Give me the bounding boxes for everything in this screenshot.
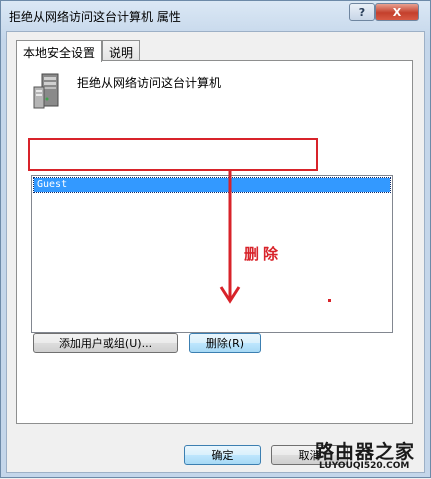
tab-panel: 拒绝从网络访问这台计算机 Guest 添加用户或组(U)... 删除(R) (16, 60, 413, 424)
list-item-guest[interactable]: Guest (33, 177, 391, 193)
policy-name: 拒绝从网络访问这台计算机 (77, 76, 222, 90)
title-bar[interactable]: 拒绝从网络访问这台计算机 属性 ? X (1, 1, 430, 31)
dialog-client-area: 本地安全设置 说明 拒绝从网络访问这台计算机 Guest 添加用户或组(U)..… (6, 31, 425, 473)
properties-dialog: 拒绝从网络访问这台计算机 属性 ? X 本地安全设置 说明 拒绝从网络访问这台计… (0, 0, 431, 478)
site-watermark: 路由器之家 LUYOUQI520.COM (313, 437, 431, 479)
watermark-en: LUYOUQI520.COM (319, 461, 410, 471)
annotation-label: 删除 (244, 245, 283, 263)
tab-local-security-setting[interactable]: 本地安全设置 (16, 40, 103, 62)
tab-explain[interactable]: 说明 (102, 40, 141, 61)
watermark-cn: 路由器之家 (315, 441, 416, 463)
ok-button[interactable]: 确定 (184, 445, 261, 465)
close-button[interactable]: X (375, 3, 419, 21)
remove-button[interactable]: 删除(R) (189, 333, 261, 353)
server-icon (33, 73, 59, 109)
annotation-dot (328, 299, 331, 302)
highlight-box (28, 138, 318, 171)
user-group-list[interactable]: Guest (31, 175, 393, 333)
down-arrow-icon (219, 171, 241, 304)
window-title: 拒绝从网络访问这台计算机 属性 (9, 10, 181, 24)
help-button[interactable]: ? (349, 3, 375, 21)
add-user-or-group-button[interactable]: 添加用户或组(U)... (33, 333, 178, 353)
